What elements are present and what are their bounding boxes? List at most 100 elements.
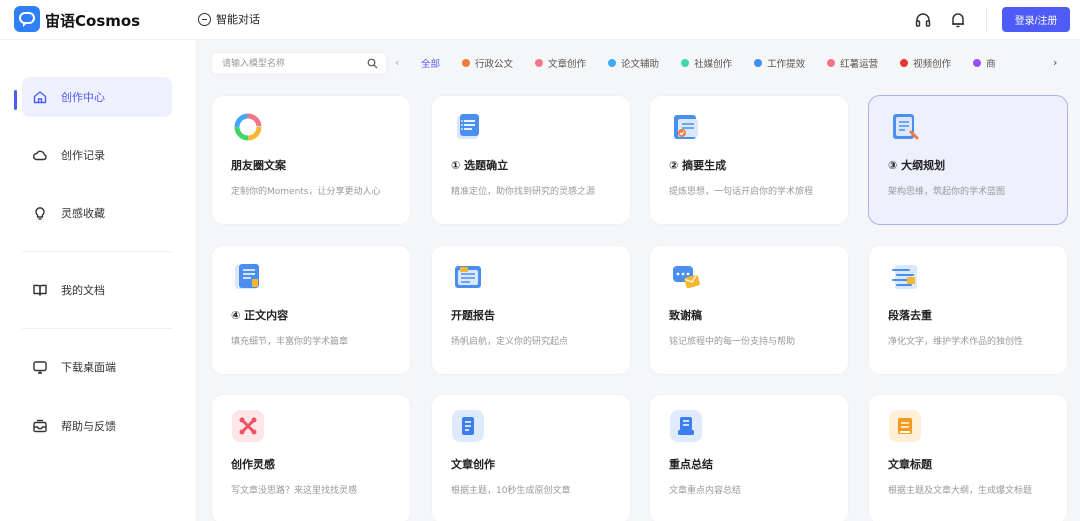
card-description: 根据主题，10秒生成原创文章 [451,486,571,496]
card-description: 架构思维，筑起你的学术蓝图 [888,187,1006,197]
card-main-content[interactable]: ④ 正文内容 填充细节，丰富你的学术篇章 [211,245,411,375]
card-title: 段落去重 [888,309,932,322]
card-proposal-report[interactable]: 开题报告 扬帆启航，定义你的研究起点 [431,245,631,375]
sidebar-item-label: 帮助与反馈 [61,420,116,433]
card-title: 文章创作 [451,458,495,471]
article-icon [452,410,484,442]
category-tabs: 全部 行政公文 文章创作 论文辅助 社媒创作 工作提效 红薯运营 视频创作 商 [421,50,1049,74]
tab-administrative-docs[interactable]: 行政公文 [462,56,513,70]
sidebar-item-download-desktop[interactable]: 下载桌面端 [22,347,172,387]
sidebar-item-creation-records[interactable]: 创作记录 [22,135,172,175]
tab-label: 红薯运营 [840,59,879,70]
tab-all[interactable]: 全部 [421,56,440,70]
sidebar-active-indicator [14,90,17,110]
card-title: ④ 正文内容 [231,309,289,322]
tab-label: 论文辅助 [621,59,660,70]
title-icon [889,410,921,442]
card-abstract-generation[interactable]: ② 摘要生成 提炼思想，一句话开启你的学术旅程 [649,95,849,225]
card-title: ③ 大纲规划 [888,159,946,172]
sparkle-icon [232,410,264,442]
chat-envelope-icon [673,266,700,289]
bell-icon[interactable] [949,11,967,29]
red-dot-icon [900,59,909,67]
sidebar-divider [22,251,172,252]
lightbulb-icon [35,207,45,220]
tab-label: 商 [986,59,996,70]
tab-social-media[interactable]: 社媒创作 [681,56,732,70]
card-topic-selection[interactable]: ① 选题确立 精准定位，助你找到研究的灵感之源 [431,95,631,225]
sidebar-divider [22,328,172,329]
tab-label: 文章创作 [548,59,587,70]
card-description: 扬帆启航，定义你的研究起点 [451,337,569,347]
card-description: 精准定位，助你找到研究的灵感之源 [451,187,596,197]
chat-icon [198,12,211,26]
card-description: 定制你的Moments，让分享更动人心 [231,187,381,197]
document-pen-icon [893,114,919,140]
nav-smart-chat-label: 智能对话 [216,13,260,26]
tab-thesis-assist[interactable]: 论文辅助 [608,56,659,70]
logo-icon[interactable] [14,6,40,32]
inbox-icon [33,419,47,433]
card-acknowledgment[interactable]: 致谢稿 铭记旅程中的每一份支持与帮助 [649,245,849,375]
blue-dot-icon [608,59,617,67]
search-icon[interactable] [367,58,378,69]
tab-label: 视频创作 [913,59,952,70]
card-article-title[interactable]: 文章标题 根据主题及文章大纲，生成爆文标题 [868,394,1068,521]
tab-article-creation[interactable]: 文章创作 [535,56,586,70]
tabs-next-arrow-icon[interactable]: › [1053,56,1057,69]
card-description: 文章重点内容总结 [669,486,742,496]
card-key-summary[interactable]: 重点总结 文章重点内容总结 [649,394,849,521]
blue-dot-icon [754,59,763,67]
brand-name[interactable]: 宙语Cosmos [45,10,140,31]
model-search-input[interactable] [211,52,387,75]
card-description: 提炼思想，一句话开启你的学术旅程 [669,187,814,197]
login-register-button[interactable]: 登录/注册 [1002,7,1070,32]
teal-dot-icon [681,59,690,67]
headset-icon[interactable] [914,11,932,29]
home-icon [33,91,47,104]
tabs-prev-arrow-icon[interactable]: ‹ [395,56,399,69]
card-title: 朋友圈文案 [231,159,286,172]
card-article-creation[interactable]: 文章创作 根据主题，10秒生成原创文章 [431,394,631,521]
monitor-icon [33,361,47,374]
tab-work-efficiency[interactable]: 工作提效 [754,56,805,70]
sidebar-item-help-feedback[interactable]: 帮助与反馈 [22,406,172,446]
report-icon [455,266,481,288]
summary-icon [670,410,702,442]
card-title: 致谢稿 [669,309,702,322]
sidebar-item-creation-center[interactable]: 创作中心 [22,77,172,117]
pink-dot-icon [535,59,544,67]
sidebar-item-label: 创作记录 [61,149,105,162]
sidebar-item-label: 我的文档 [61,284,105,297]
tab-video-creation[interactable]: 视频创作 [900,56,951,70]
cloud-icon [32,150,47,161]
header-divider [986,8,987,32]
tab-label: 工作提效 [767,59,806,70]
pink-dot-icon [827,59,836,67]
card-outline-planning[interactable]: ③ 大纲规划 架构思维，筑起你的学术蓝图 [868,95,1068,225]
card-paragraph-dedup[interactable]: 段落去重 净化文字，维护学术作品的独创性 [868,245,1068,375]
nav-smart-chat[interactable]: 智能对话 [198,11,260,27]
card-title: ① 选题确立 [451,159,509,172]
card-description: 根据主题及文章大纲，生成爆文标题 [888,486,1033,496]
paragraph-icon [892,265,917,289]
card-description: 铭记旅程中的每一份支持与帮助 [669,337,796,347]
sidebar: 创作中心 创作记录 灵感收藏 我的文档 下载桌面端 帮助与反馈 [0,40,197,521]
book-icon [33,284,47,296]
card-creative-inspiration[interactable]: 创作灵感 写文章没思路？来这里找找灵感 [211,394,411,521]
document-check-icon [674,115,698,139]
tab-xiaohongshu-ops[interactable]: 红薯运营 [827,56,878,70]
sidebar-item-label: 下载桌面端 [61,361,116,374]
card-title: ② 摘要生成 [669,159,727,172]
tab-label: 社媒创作 [694,59,733,70]
tab-business[interactable]: 商 [973,56,996,70]
card-title: 重点总结 [669,458,713,471]
purple-dot-icon [973,59,982,67]
card-title: 创作灵感 [231,458,275,471]
sidebar-item-inspiration-favorites[interactable]: 灵感收藏 [22,193,172,233]
card-description: 写文章没思路？来这里找找灵感 [231,486,358,496]
sidebar-item-my-documents[interactable]: 我的文档 [22,270,172,310]
card-moments-copy[interactable]: 朋友圈文案 定制你的Moments，让分享更动人心 [211,95,411,225]
tab-label: 全部 [421,59,441,70]
top-header: 宙语Cosmos 智能对话 登录/注册 [0,0,1080,40]
